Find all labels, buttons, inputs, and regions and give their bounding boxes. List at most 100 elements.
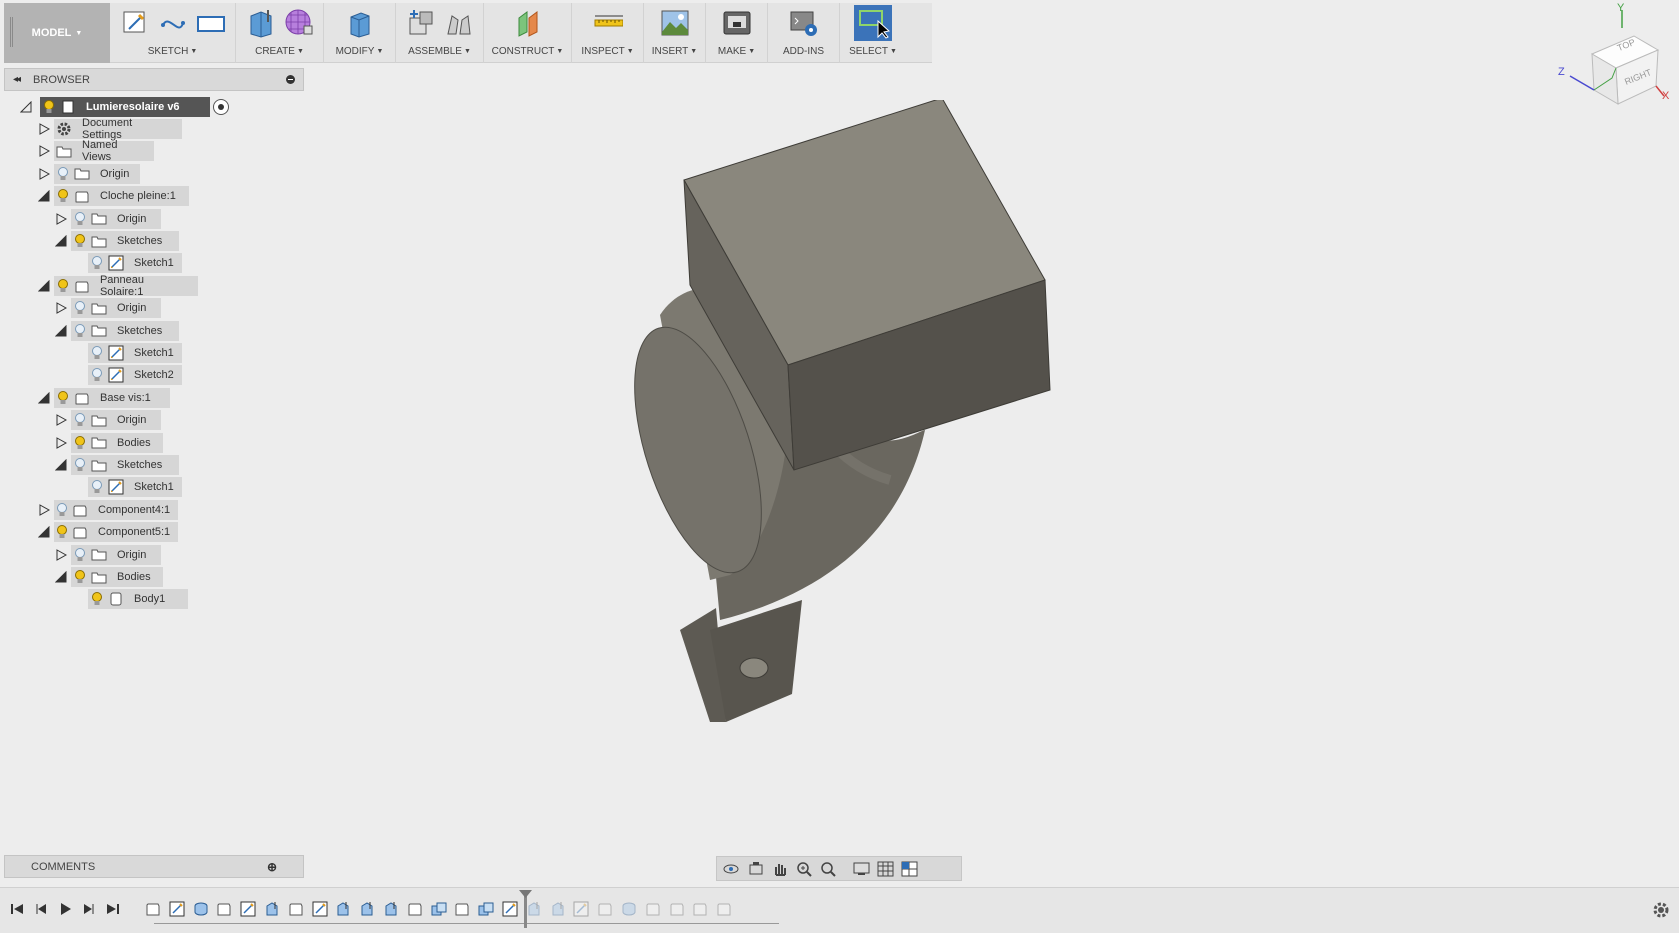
timeline-feature-sketch-icon[interactable] — [312, 901, 328, 917]
create-group[interactable]: CREATE ▼ — [236, 3, 324, 63]
go-to-end-icon[interactable] — [104, 900, 122, 918]
expanded-triangle-icon[interactable] — [36, 388, 52, 408]
expanded-triangle-icon[interactable] — [53, 455, 69, 475]
collapsed-triangle-icon[interactable] — [53, 433, 69, 453]
visibility-bulb-icon[interactable] — [90, 345, 104, 361]
timeline-feature-sketch-icon[interactable] — [240, 901, 256, 917]
tree-node[interactable]: Origin — [53, 298, 161, 319]
tree-node[interactable]: Origin — [53, 410, 161, 431]
inspect-group[interactable]: INSPECT ▼ — [572, 3, 644, 63]
collapsed-triangle-icon[interactable] — [53, 209, 69, 229]
timeline-feature-extrude-icon[interactable] — [526, 901, 542, 917]
visibility-bulb-icon[interactable] — [56, 524, 68, 540]
expanded-triangle-icon[interactable] — [53, 567, 69, 587]
visibility-bulb-icon[interactable] — [42, 99, 56, 115]
tree-node[interactable]: Sketches — [53, 455, 179, 475]
visibility-bulb-icon[interactable] — [56, 390, 70, 406]
tree-node[interactable]: Sketch1 — [70, 253, 182, 274]
timeline-feature-comp-icon[interactable] — [669, 901, 685, 917]
create-sketch-icon[interactable] — [120, 8, 150, 38]
form-icon[interactable] — [284, 8, 314, 38]
tree-node[interactable]: Panneau Solaire:1 — [36, 274, 198, 298]
step-forward-icon[interactable] — [80, 900, 98, 918]
measure-icon[interactable] — [593, 8, 623, 38]
expanded-triangle-icon[interactable] — [36, 276, 52, 296]
tree-node[interactable]: Origin — [53, 544, 161, 565]
collapse-panel-icon[interactable]: ◂◂ — [13, 74, 21, 85]
tree-node[interactable]: Component5:1 — [36, 522, 178, 543]
visibility-bulb-icon[interactable] — [73, 300, 87, 316]
activate-radio-icon[interactable] — [213, 99, 229, 115]
timeline-feature-extrude-icon[interactable] — [550, 901, 566, 917]
expanded-triangle-icon[interactable] — [53, 321, 69, 341]
select-icon[interactable] — [854, 5, 892, 41]
visibility-bulb-icon[interactable] — [90, 591, 104, 607]
expanded-triangle-icon[interactable] — [36, 186, 52, 206]
expanded-triangle-icon[interactable] — [53, 231, 69, 251]
timeline-feature-comp-icon[interactable] — [216, 901, 232, 917]
insert-group[interactable]: INSERT ▼ — [644, 3, 706, 63]
timeline-feature-comp-icon[interactable] — [145, 901, 161, 917]
visibility-bulb-icon[interactable] — [73, 412, 87, 428]
visibility-bulb-icon[interactable] — [73, 435, 87, 451]
3d-print-icon[interactable] — [722, 8, 752, 38]
timeline-feature-extrude-icon[interactable] — [383, 901, 399, 917]
timeline-feature-revolve-icon[interactable] — [193, 901, 209, 917]
visibility-bulb-icon[interactable] — [56, 166, 70, 182]
timeline-feature-comp-icon[interactable] — [288, 901, 304, 917]
look-at-icon[interactable] — [747, 860, 765, 878]
select-group[interactable]: SELECT ▼ — [840, 3, 906, 63]
tree-node[interactable]: Sketches — [53, 320, 179, 341]
collapsed-triangle-icon[interactable] — [36, 500, 52, 520]
tree-node[interactable]: Body1 — [70, 589, 188, 610]
timeline-feature-comp-icon[interactable] — [645, 901, 661, 917]
timeline-feature-comp-icon[interactable] — [692, 901, 708, 917]
tree-node[interactable]: Named Views — [36, 139, 154, 163]
timeline-feature-comp-icon[interactable] — [716, 901, 732, 917]
make-group[interactable]: MAKE ▼ — [706, 3, 768, 63]
timeline-feature-extrude-icon[interactable] — [335, 901, 351, 917]
collapsed-triangle-icon[interactable] — [36, 164, 52, 184]
assemble-group[interactable]: ASSEMBLE ▼ — [396, 3, 484, 63]
timeline-feature-combine-icon[interactable] — [431, 901, 447, 917]
zoom-window-icon[interactable] — [819, 860, 837, 878]
comments-panel-header[interactable]: COMMENTS ⊕ — [4, 855, 304, 878]
tree-node[interactable]: Sketches — [53, 231, 179, 251]
tree-node[interactable]: Component4:1 — [36, 499, 178, 520]
tree-node-root[interactable]: Lumieresolaire v6 — [18, 97, 229, 117]
sketch-group[interactable]: SKETCH ▼ — [110, 3, 236, 63]
timeline-feature-revolve-icon[interactable] — [621, 901, 637, 917]
tree-node[interactable]: Origin — [36, 163, 140, 184]
viewcube[interactable]: TOP RIGHT Y Z X — [1558, 2, 1672, 108]
tree-node[interactable]: Sketch1 — [70, 343, 182, 363]
line-icon[interactable] — [158, 8, 188, 38]
timeline-marker[interactable] — [524, 894, 527, 928]
expanded-triangle-icon[interactable] — [36, 522, 52, 542]
offset-plane-icon[interactable] — [513, 8, 543, 38]
press-pull-icon[interactable] — [345, 8, 375, 38]
collapsed-triangle-icon[interactable] — [36, 141, 52, 161]
timeline-feature-comp-icon[interactable] — [407, 901, 423, 917]
add-comment-icon[interactable]: ⊕ — [267, 860, 277, 874]
play-icon[interactable] — [56, 900, 74, 918]
minimize-icon[interactable] — [286, 75, 295, 84]
tree-node[interactable]: Bodies — [53, 567, 163, 587]
new-component-icon[interactable] — [406, 8, 436, 38]
visibility-bulb-icon[interactable] — [73, 211, 87, 227]
workspace-mode-button[interactable]: MODEL ▼ — [4, 3, 110, 63]
toolbar-grip[interactable] — [10, 17, 13, 47]
tree-node[interactable]: Base vis:1 — [36, 387, 170, 408]
extrude-icon[interactable] — [246, 8, 276, 38]
collapsed-triangle-icon[interactable] — [53, 545, 69, 565]
timeline-settings-gear-icon[interactable] — [1651, 900, 1671, 920]
rectangle-icon[interactable] — [196, 8, 226, 38]
joint-icon[interactable] — [444, 8, 474, 38]
3d-model-viewport[interactable] — [620, 100, 1140, 730]
timeline-feature-sketch-icon[interactable] — [573, 901, 589, 917]
visibility-bulb-icon[interactable] — [56, 278, 70, 294]
visibility-bulb-icon[interactable] — [73, 457, 87, 473]
visibility-bulb-icon[interactable] — [73, 569, 87, 585]
orbit-icon[interactable] — [723, 860, 741, 878]
tree-node[interactable]: Cloche pleine:1 — [36, 186, 189, 207]
visibility-bulb-icon[interactable] — [73, 323, 87, 339]
